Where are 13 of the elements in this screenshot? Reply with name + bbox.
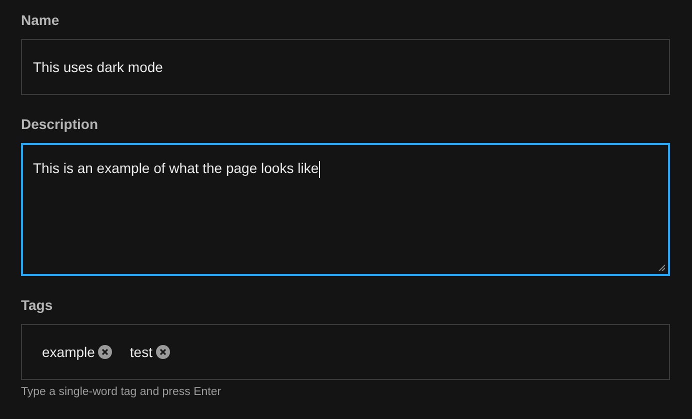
text-cursor	[318, 160, 320, 178]
tag-label: example	[42, 342, 95, 362]
tags-field[interactable]: example test	[21, 324, 670, 380]
remove-tag-icon[interactable]	[98, 345, 112, 359]
tag-label: test	[130, 342, 152, 362]
input-field[interactable]: This uses dark mode	[21, 39, 670, 95]
help-text: Type a single-word tag and press Enter	[21, 385, 222, 400]
field-label: Tags	[21, 296, 54, 314]
field-label: Name	[21, 11, 60, 29]
remove-tag-icon[interactable]	[156, 345, 170, 359]
field-label: Description	[21, 115, 100, 133]
resize-handle-icon[interactable]	[658, 264, 665, 271]
description-field[interactable]: This is an example of what the page looks like	[21, 143, 670, 276]
